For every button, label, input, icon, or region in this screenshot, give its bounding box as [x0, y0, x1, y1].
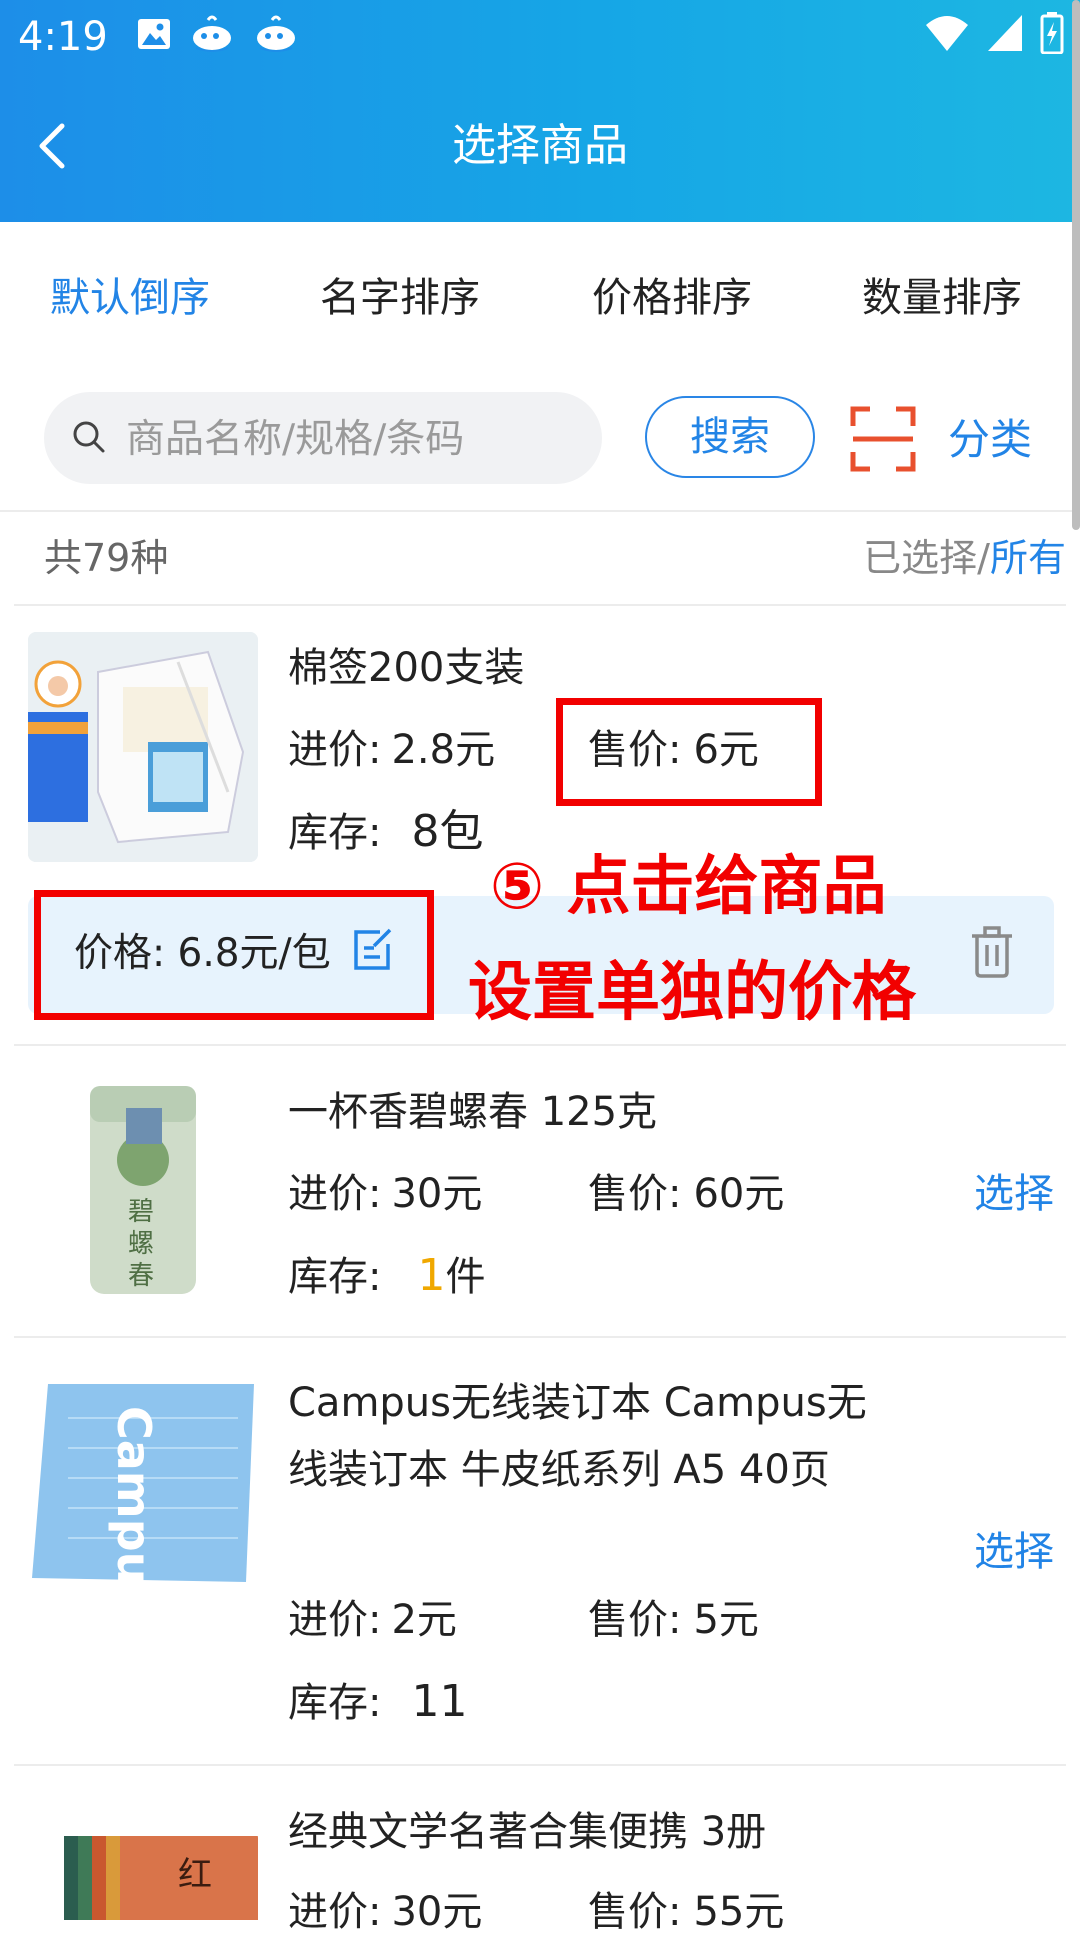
annotation-line-2: 设置单独的价格	[468, 956, 916, 1030]
cost-value: 30元	[391, 1171, 483, 1217]
cost-label: 进价:	[288, 727, 382, 773]
highlight-box-sale-price	[556, 698, 822, 806]
stock-value: 11	[411, 1676, 468, 1727]
product-sale-price: 售价: 55元	[588, 1880, 784, 1944]
whale-icon	[257, 15, 295, 52]
product-cost: 进价: 30元	[288, 1880, 482, 1944]
stock-value: 8包	[411, 806, 484, 857]
product-image[interactable]: 红	[28, 1830, 258, 1920]
product-sale-price: 售价: 60元	[588, 1162, 784, 1226]
count-bar: 共79种 已选择/所有	[0, 512, 1080, 604]
search-button[interactable]: 搜索	[645, 396, 815, 478]
product-count: 共79种	[44, 536, 169, 580]
stock-label: 库存:	[288, 1254, 382, 1300]
product-image[interactable]: 碧 螺 春	[28, 1080, 258, 1300]
trash-icon[interactable]	[970, 926, 1014, 978]
sale-label: 售价:	[588, 1597, 682, 1643]
cost-label: 进价:	[288, 1889, 382, 1935]
select-button[interactable]: 选择	[974, 1164, 1054, 1224]
svg-text:红: 红	[178, 1855, 212, 1895]
page-title: 选择商品	[452, 120, 628, 171]
product-sale-price: 售价: 5元	[588, 1588, 759, 1652]
product-cost: 进价: 30元	[288, 1162, 482, 1226]
product-cost: 进价: 2.8元	[288, 718, 495, 782]
tab-sort-name[interactable]: 名字排序	[320, 270, 480, 326]
annotation-line-1: ⑤ 点击给商品	[490, 850, 887, 924]
cost-label: 进价:	[288, 1171, 382, 1217]
tab-default-desc[interactable]: 默认倒序	[50, 270, 210, 326]
sale-label: 售价:	[588, 1171, 682, 1217]
sale-value: 5元	[693, 1597, 759, 1643]
svg-text:碧: 碧	[128, 1197, 154, 1227]
battery-icon	[1040, 12, 1064, 54]
svg-text:春: 春	[128, 1261, 154, 1291]
status-system-icons	[924, 12, 1064, 54]
product-image[interactable]	[28, 632, 258, 862]
sale-value: 55元	[693, 1889, 785, 1935]
product-stock: 库存: 11	[288, 1670, 467, 1735]
sale-value: 60元	[693, 1171, 785, 1217]
tab-sort-quantity[interactable]: 数量排序	[862, 270, 1022, 326]
divider	[14, 604, 1066, 606]
app-header: 4:19 选择商品	[0, 0, 1080, 222]
product-name: 经典文学名著合集便携 3册	[288, 1809, 767, 1855]
stock-unit: 件	[445, 1254, 486, 1300]
signal-icon	[988, 15, 1022, 51]
cost-label: 进价:	[288, 1597, 382, 1643]
sale-label: 售价:	[588, 1889, 682, 1935]
product-name: 棉签200支装	[288, 645, 525, 691]
select-button[interactable]: 选择	[974, 1522, 1054, 1582]
product-name: 一杯香碧螺春 125克	[288, 1089, 658, 1135]
selection-filter[interactable]: 已选择/所有	[863, 530, 1066, 586]
wifi-icon	[926, 16, 968, 51]
svg-text:螺: 螺	[128, 1229, 154, 1259]
status-notification-icons	[136, 14, 300, 54]
filter-all[interactable]: 所有	[990, 536, 1066, 580]
whale-icon	[193, 15, 231, 52]
image-icon	[138, 19, 170, 49]
scan-icon[interactable]	[850, 406, 916, 472]
stock-value: 1	[417, 1250, 446, 1301]
divider	[14, 1764, 1066, 1766]
category-link[interactable]: 分类	[948, 410, 1032, 470]
svg-text:Campus: Campus	[107, 1406, 161, 1588]
divider	[14, 1044, 1066, 1046]
filter-selected[interactable]: 已选择/	[863, 536, 990, 580]
product-image[interactable]: Campus	[28, 1378, 258, 1588]
cost-value: 30元	[391, 1889, 483, 1935]
product-cost: 进价: 2元	[288, 1588, 457, 1652]
product-stock: 库存: 1件	[288, 1244, 485, 1309]
product-name: Campus无线装订本 Campus无线装订本 牛皮纸系列 A5 40页	[288, 1380, 867, 1493]
divider	[14, 1336, 1066, 1338]
tab-sort-price[interactable]: 价格排序	[592, 270, 752, 326]
search-box[interactable]	[44, 392, 602, 484]
status-time: 4:19	[18, 14, 108, 60]
cost-value: 2.8元	[391, 727, 496, 773]
highlight-box-custom-price	[34, 890, 434, 1020]
scrollbar[interactable]	[1072, 0, 1080, 530]
stock-label: 库存:	[288, 1680, 382, 1726]
search-icon	[73, 421, 105, 453]
stock-label: 库存:	[288, 810, 382, 856]
cost-value: 2元	[391, 1597, 457, 1643]
search-input[interactable]	[124, 408, 588, 470]
product-stock: 库存: 8包	[288, 800, 483, 865]
sort-tabs: 默认倒序 名字排序 价格排序 数量排序	[0, 222, 1080, 376]
